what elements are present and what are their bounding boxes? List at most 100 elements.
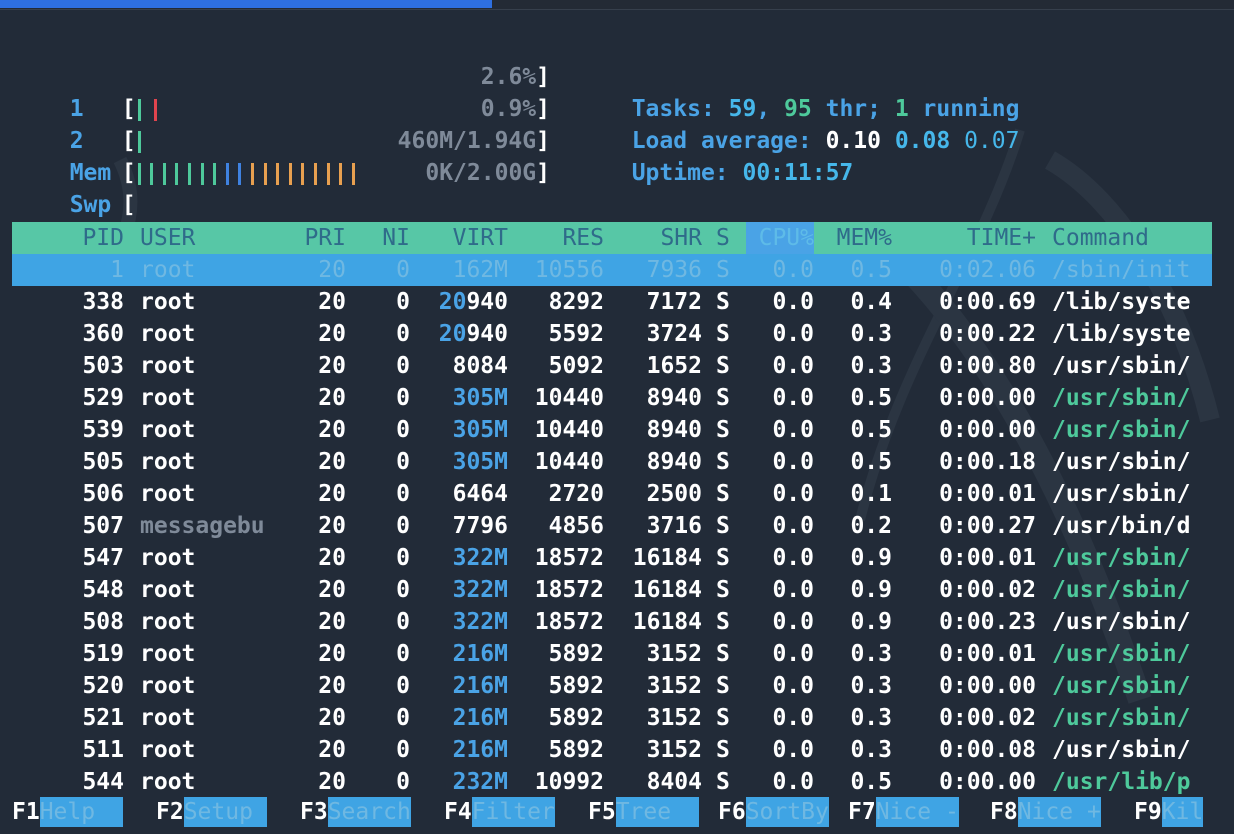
mem-meter: Mem[460M/1.94G]: [42, 125, 562, 186]
table-row[interactable]: 360 root 20 0 20940 5592 3724 S 0.0 0.3 0:00.22/li…: [12, 318, 1212, 350]
cell-pri: 20: [318, 737, 346, 763]
table-row[interactable]: 505 root 20 0 305M 10440 8940 S 0.0 0.5 0:00.18/us…: [12, 446, 1212, 478]
table-row[interactable]: 544 root 20 0 232M 10992 8404 S 0.0 0.5 0:00.00/us…: [12, 766, 1212, 798]
cell-pid: 507: [82, 513, 124, 539]
tasks-line: Tasks: 59, 95 thr; 1 running: [604, 61, 1020, 122]
cell-pri: 20: [318, 289, 346, 315]
cell-pid: 503: [82, 353, 124, 379]
cell-pri: 20: [318, 609, 346, 635]
cell-mem: 0.3: [850, 737, 892, 763]
cell-cpu: 0.0: [772, 673, 814, 699]
column-header-virt[interactable]: VIRT: [420, 222, 508, 254]
column-header-user[interactable]: USER: [140, 222, 290, 254]
cell-pid: 1: [110, 257, 124, 283]
cell-command: /lib/syste: [1052, 321, 1191, 347]
table-row[interactable]: 520 root 20 0 216M 5892 3152 S 0.0 0.3 0:00.00/usr…: [12, 670, 1212, 702]
swap-open-bracket: [: [121, 192, 136, 218]
cell-res: 5892: [548, 641, 604, 667]
function-key-f2[interactable]: F2Setup: [156, 797, 267, 827]
cell-user: root: [140, 385, 196, 411]
cell-time: 0:02.06: [939, 257, 1036, 283]
table-row[interactable]: 506 root 20 0 6464 2720 2500 S 0.0 0.1 0:00.01/usr…: [12, 478, 1212, 510]
cell-time: 0:00.00: [939, 673, 1036, 699]
cell-time: 0:00.01: [939, 545, 1036, 571]
cell-state: S: [716, 545, 730, 571]
cell-pri: 20: [318, 385, 346, 411]
cell-ni: 0: [396, 353, 410, 379]
cell-time: 0:00.01: [939, 641, 1036, 667]
function-key-f9[interactable]: F9Kil: [1134, 797, 1204, 827]
column-header-command[interactable]: Command: [1052, 222, 1212, 254]
cell-state: S: [716, 449, 730, 475]
table-row[interactable]: 503 root 20 0 8084 5092 1652 S 0.0 0.3 0:00.80/usr…: [12, 350, 1212, 382]
table-row[interactable]: 529 root 20 0 305M 10440 8940 S 0.0 0.5 0:00.00/us…: [12, 382, 1212, 414]
cell-cpu: 0.0: [772, 769, 814, 795]
table-header: PID USER PRI NI VIRT RES SHR S CPU% MEM%…: [12, 222, 1212, 254]
cell-virt: 216M: [452, 641, 508, 667]
top-progress-indicator: [0, 0, 492, 8]
cell-user: root: [140, 641, 196, 667]
table-row[interactable]: 521 root 20 0 216M 5892 3152 S 0.0 0.3 0:00.02/usr…: [12, 702, 1212, 734]
table-row-selected[interactable]: 1 root 20 0 162M 10556 7936 S 0.0 0.5 0:02.06/sbin…: [12, 254, 1212, 286]
function-key-f8[interactable]: F8Nice +: [990, 797, 1101, 827]
cell-shr: 3724: [646, 321, 702, 347]
table-row[interactable]: 548 root 20 0 322M 18572 16184 S 0.0 0.9 0:00.02/u…: [12, 574, 1212, 606]
cell-virt: 216M: [452, 737, 508, 763]
table-row[interactable]: 519 root 20 0 216M 5892 3152 S 0.0 0.3 0:00.01/usr…: [12, 638, 1212, 670]
cell-pri: 20: [318, 705, 346, 731]
table-row[interactable]: 539 root 20 0 305M 10440 8940 S 0.0 0.5 0:00.00/us…: [12, 414, 1212, 446]
swap-value: 0K/2.00G: [425, 160, 537, 186]
column-header-shr[interactable]: SHR: [612, 222, 702, 254]
column-header-mem[interactable]: MEM%: [826, 222, 892, 254]
cpu1-meter: 1[2.6%]: [42, 61, 562, 122]
process-rows: 1 root 20 0 162M 10556 7936 S 0.0 0.5 0:02.06/sbin…: [12, 254, 1212, 798]
cell-shr: 8940: [646, 417, 702, 443]
function-key-f6[interactable]: F6SortBy: [718, 797, 829, 827]
cell-mem: 0.3: [850, 673, 892, 699]
cell-time: 0:00.80: [939, 353, 1036, 379]
cell-pid: 529: [82, 385, 124, 411]
cpu2-value: 0.9%: [480, 96, 537, 122]
cell-virt: 8084: [452, 353, 508, 379]
function-key-f1[interactable]: F1Help: [12, 797, 123, 827]
table-row[interactable]: 547 root 20 0 322M 18572 16184 S 0.0 0.9 0:00.01/u…: [12, 542, 1212, 574]
cell-command: /usr/sbin/: [1052, 705, 1191, 731]
column-header-cpu[interactable]: CPU%: [746, 222, 814, 254]
table-row[interactable]: 338 root 20 0 20940 8292 7172 S 0.0 0.4 0:00.69/li…: [12, 286, 1212, 318]
cell-mem: 0.9: [850, 609, 892, 635]
column-header-pid[interactable]: PID: [12, 222, 124, 254]
table-row[interactable]: 507 messagebu 20 0 7796 4856 3716 S 0.0 0.2 0:00.2…: [12, 510, 1212, 542]
cell-mem: 0.5: [850, 417, 892, 443]
cell-time: 0:00.69: [939, 289, 1036, 315]
function-key-f7[interactable]: F7Nice -: [848, 797, 959, 827]
column-header-ni[interactable]: NI: [352, 222, 410, 254]
cell-time: 0:00.02: [939, 705, 1036, 731]
cell-pid: 519: [82, 641, 124, 667]
column-header-res[interactable]: RES: [516, 222, 604, 254]
cpu2-close-bracket: ]: [536, 96, 550, 122]
cell-cpu: 0.0: [772, 737, 814, 763]
cell-time: 0:00.08: [939, 737, 1036, 763]
function-key-f5[interactable]: F5Tree: [588, 797, 699, 827]
cell-pid: 548: [82, 577, 124, 603]
function-key-code: F7: [848, 799, 876, 825]
cell-virt: 162M: [452, 257, 508, 283]
column-header-time[interactable]: TIME+: [908, 222, 1036, 254]
column-header-pri[interactable]: PRI: [282, 222, 346, 254]
cell-command: /usr/sbin/: [1052, 385, 1191, 411]
cell-command: /usr/sbin/: [1052, 609, 1191, 635]
cell-ni: 0: [396, 321, 410, 347]
table-row[interactable]: 508 root 20 0 322M 18572 16184 S 0.0 0.9 0:00.23/u…: [12, 606, 1212, 638]
column-header-state[interactable]: S: [716, 222, 736, 254]
cell-shr: 3152: [646, 641, 702, 667]
cell-virt: 322M: [452, 545, 508, 571]
cell-command: /usr/sbin/: [1052, 641, 1191, 667]
table-row[interactable]: 511 root 20 0 216M 5892 3152 S 0.0 0.3 0:00.08/usr…: [12, 734, 1212, 766]
cell-time: 0:00.02: [939, 577, 1036, 603]
function-key-f4[interactable]: F4Filter: [444, 797, 555, 827]
cell-command: /usr/bin/d: [1052, 513, 1191, 539]
cell-state: S: [716, 737, 730, 763]
cell-ni: 0: [396, 481, 410, 507]
cell-pid: 520: [82, 673, 124, 699]
function-key-f3[interactable]: F3Search: [300, 797, 411, 827]
